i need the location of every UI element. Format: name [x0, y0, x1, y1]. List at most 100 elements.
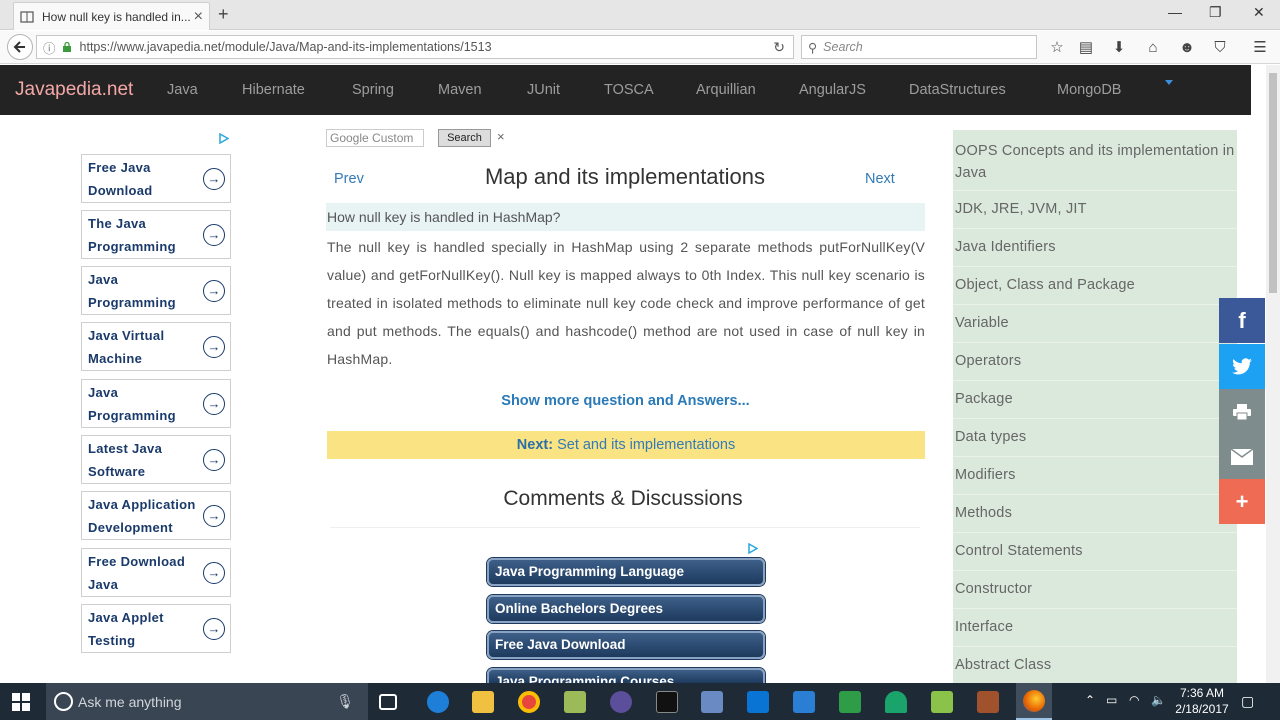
comments-heading: Comments & Discussions: [503, 487, 743, 510]
browser-tab[interactable]: How null key is handled in... ×: [13, 2, 210, 30]
url-bar[interactable]: ⓘ https://www.javapedia.net/module/Java/…: [36, 35, 794, 59]
prev-link[interactable]: Prev: [334, 171, 364, 187]
pocket-icon[interactable]: ⛉: [1210, 37, 1230, 57]
nav-tosca[interactable]: TOSCA: [604, 82, 654, 98]
next-topic-link[interactable]: Set and its implementations: [557, 437, 735, 453]
show-more-link[interactable]: Show more question and Answers...: [326, 393, 925, 409]
left-ad-link[interactable]: Free Java Download →: [81, 154, 231, 203]
maximize-button[interactable]: ❐: [1209, 4, 1222, 21]
outlook-icon[interactable]: [747, 691, 769, 713]
image-viewer-icon[interactable]: [839, 691, 861, 713]
eclipse-icon[interactable]: [610, 691, 632, 713]
custom-search-input[interactable]: Google Custom: [326, 129, 424, 147]
microphone-icon[interactable]: 🎙: [336, 693, 354, 710]
left-ad-link[interactable]: Java Application Development →: [81, 491, 231, 540]
downloads-icon[interactable]: ⬇: [1109, 37, 1129, 57]
left-ad-link[interactable]: Free Download Java →: [81, 548, 231, 597]
back-button[interactable]: [7, 34, 33, 60]
chat-icon[interactable]: ☻: [1177, 37, 1197, 57]
facebook-share-button[interactable]: f: [1219, 298, 1265, 343]
left-ad-link[interactable]: The Java Programming →: [81, 210, 231, 259]
email-share-button[interactable]: [1219, 434, 1265, 479]
sidebar-item-operators[interactable]: Operators: [955, 350, 1237, 372]
left-ad-link[interactable]: Java Virtual Machine →: [81, 322, 231, 371]
app-icon[interactable]: [885, 691, 907, 713]
sidebar-item-control-statements[interactable]: Control Statements: [955, 540, 1237, 562]
next-link[interactable]: Next: [865, 171, 895, 187]
twitter-share-button[interactable]: [1219, 344, 1265, 389]
nav-mongodb[interactable]: MongoDB: [1057, 82, 1121, 98]
sidebar-item-abstract-class[interactable]: Abstract Class: [955, 654, 1237, 676]
notifications-icon[interactable]: ▢: [1241, 693, 1254, 710]
minimize-button[interactable]: —: [1168, 4, 1182, 20]
tab-close-icon[interactable]: ×: [194, 8, 203, 26]
bottom-ad-button[interactable]: Online Bachelors Degrees: [487, 595, 765, 623]
browser-search-field[interactable]: ⚲ Search: [801, 35, 1037, 59]
app-icon[interactable]: [564, 691, 586, 713]
wifi-icon[interactable]: ◠: [1129, 693, 1139, 707]
reading-list-icon[interactable]: ▤: [1076, 37, 1096, 57]
adchoices-icon[interactable]: [747, 543, 758, 554]
site-brand[interactable]: Javapedia.net: [15, 79, 133, 101]
search-placeholder: Search: [823, 40, 863, 54]
nav-more-dropdown-icon[interactable]: [1165, 80, 1173, 85]
volume-icon[interactable]: 🔈: [1151, 693, 1166, 707]
nav-angularjs[interactable]: AngularJS: [799, 82, 866, 98]
tray-chevron-icon[interactable]: ⌃: [1085, 693, 1095, 707]
terminal-icon[interactable]: [656, 691, 678, 713]
close-window-button[interactable]: ✕: [1253, 4, 1265, 21]
sidebar-item-identifiers[interactable]: Java Identifiers: [955, 236, 1237, 258]
sidebar-item-modifiers[interactable]: Modifiers: [955, 464, 1237, 486]
left-ad-link[interactable]: Latest Java Software →: [81, 435, 231, 484]
sidebar-item-object-class[interactable]: Object, Class and Package: [955, 274, 1237, 296]
app-icon[interactable]: [701, 691, 723, 713]
scrollbar-thumb[interactable]: [1269, 73, 1277, 293]
vscode-icon[interactable]: [793, 691, 815, 713]
file-explorer-icon[interactable]: [472, 691, 494, 713]
nav-datastructures[interactable]: DataStructures: [909, 82, 1006, 98]
sidebar-item-constructor[interactable]: Constructor: [955, 578, 1237, 600]
nav-hibernate[interactable]: Hibernate: [242, 82, 305, 98]
next-topic-bar[interactable]: Next: Set and its implementations: [327, 431, 925, 459]
nav-java[interactable]: Java: [167, 82, 198, 98]
sidebar-item-package[interactable]: Package: [955, 388, 1237, 410]
chrome-icon[interactable]: [518, 691, 540, 713]
left-ad-link[interactable]: Java Programming →: [81, 266, 231, 315]
left-ad-link[interactable]: Java Programming →: [81, 379, 231, 428]
bottom-ad-button[interactable]: Java Programming Language: [487, 558, 765, 586]
reload-icon[interactable]: ↻: [773, 39, 785, 56]
sidebar-item-data-types[interactable]: Data types: [955, 426, 1237, 448]
new-tab-button[interactable]: +: [218, 4, 229, 25]
bottom-ad-button[interactable]: Java Programming Courses: [487, 668, 765, 683]
print-share-button[interactable]: [1219, 389, 1265, 434]
menu-icon[interactable]: ☰: [1250, 37, 1270, 57]
home-icon[interactable]: ⌂: [1143, 37, 1163, 57]
app-icon[interactable]: [977, 691, 999, 713]
adchoices-icon[interactable]: [218, 133, 229, 144]
bookmark-star-icon[interactable]: ☆: [1047, 37, 1067, 57]
task-view-icon[interactable]: [379, 694, 397, 710]
nav-spring[interactable]: Spring: [352, 82, 394, 98]
sidebar-item-variable[interactable]: Variable: [955, 312, 1237, 334]
system-clock[interactable]: 7:36 AM 2/18/2017: [1172, 685, 1232, 717]
bottom-ad-button[interactable]: Free Java Download: [487, 631, 765, 659]
notepad-icon[interactable]: [931, 691, 953, 713]
info-icon[interactable]: ⓘ: [43, 38, 56, 57]
firefox-taskbar-button[interactable]: [1016, 683, 1052, 720]
nav-arquillian[interactable]: Arquillian: [696, 82, 756, 98]
left-ad-link[interactable]: Java Applet Testing →: [81, 604, 231, 653]
sidebar-item-oops[interactable]: OOPS Concepts and its implementation in …: [955, 140, 1237, 184]
page-scrollbar[interactable]: [1266, 65, 1280, 683]
sidebar-item-methods[interactable]: Methods: [955, 502, 1237, 524]
windows-start-icon[interactable]: [12, 693, 30, 711]
custom-search-button[interactable]: Search: [438, 129, 491, 147]
more-share-button[interactable]: +: [1219, 479, 1265, 524]
battery-icon[interactable]: ▭: [1106, 693, 1117, 707]
nav-maven[interactable]: Maven: [438, 82, 482, 98]
edge-browser-icon[interactable]: [427, 691, 449, 713]
sidebar-item-interface[interactable]: Interface: [955, 616, 1237, 638]
cortana-search-box[interactable]: Ask me anything 🎙: [46, 683, 368, 720]
nav-junit[interactable]: JUnit: [527, 82, 560, 98]
sidebar-item-jdk[interactable]: JDK, JRE, JVM, JIT: [955, 198, 1237, 220]
clear-search-icon[interactable]: ×: [497, 129, 505, 144]
